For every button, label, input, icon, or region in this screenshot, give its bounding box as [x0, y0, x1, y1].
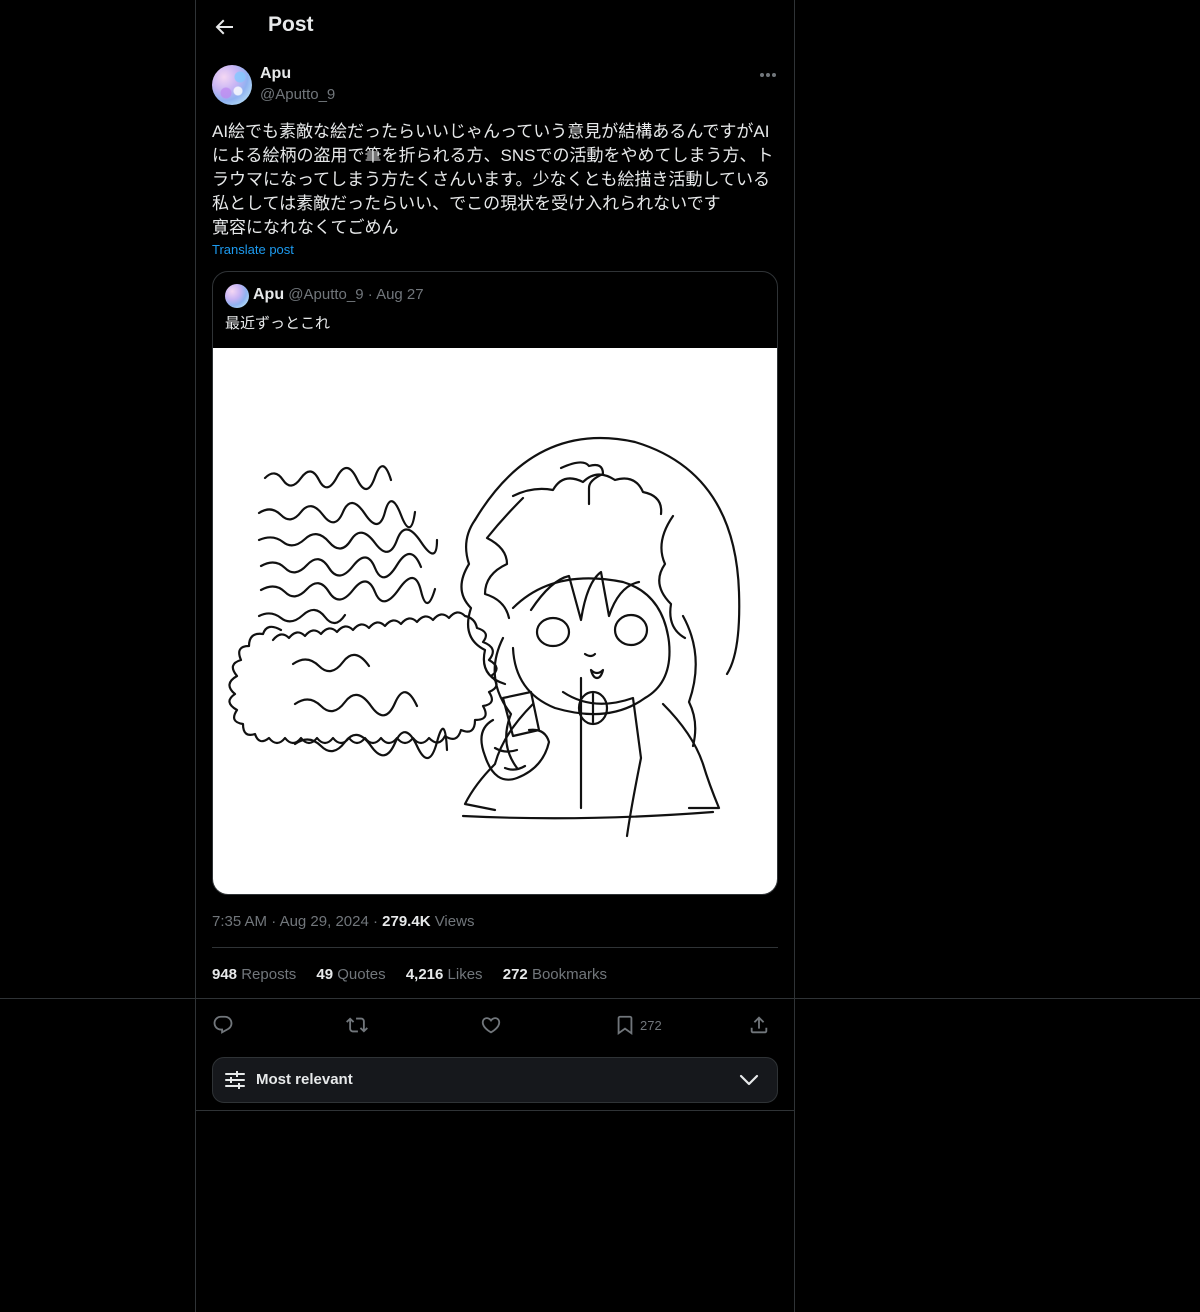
quotes-count: 49 — [316, 966, 334, 983]
views-count: 279.4K — [382, 913, 431, 930]
quoted-author-name: Apu — [253, 286, 285, 303]
quoted-author-handle: @Aputto_9 — [288, 286, 364, 303]
like-button[interactable] — [480, 1013, 502, 1037]
reposts-count: 948 — [212, 966, 238, 983]
divider-stats-top — [212, 947, 778, 948]
author-handle[interactable]: @Aputto_9 — [260, 86, 335, 103]
post-text: AI絵でも素敵な絵だったらいいじゃんっていう意見が結構あるんですがAI による絵… — [212, 122, 774, 237]
reply-button[interactable] — [212, 1013, 234, 1037]
views-label: Views — [434, 913, 475, 930]
quoted-post-header: Apu @Aputto_9 · Aug 27 — [253, 286, 424, 304]
divider-replies-top — [196, 1110, 794, 1111]
meta-dot-separator-2: · — [372, 913, 383, 930]
bookmark-button[interactable]: 272 — [614, 1013, 662, 1037]
sketch-illustration — [228, 436, 741, 838]
reposts-stat[interactable]: 948 Reposts — [212, 966, 296, 983]
author-avatar[interactable] — [212, 65, 252, 105]
post-date[interactable]: Aug 29, 2024 — [280, 913, 369, 930]
chevron-down-icon — [739, 1074, 759, 1086]
back-arrow-icon[interactable] — [212, 15, 236, 39]
share-button[interactable] — [748, 1013, 770, 1037]
post-time[interactable]: 7:35 AM — [212, 913, 267, 930]
sort-label: Most relevant — [256, 1071, 353, 1088]
reply-sort-dropdown[interactable]: Most relevant — [212, 1057, 778, 1103]
author-name[interactable]: Apu — [260, 65, 291, 83]
bookmark-icon — [617, 1015, 633, 1036]
like-icon — [481, 1017, 501, 1034]
main-column: Post Apu @Aputto_9 AI絵でも素敵な絵だったらいいじゃんってい… — [195, 0, 795, 1312]
quotes-stat[interactable]: 49 Quotes — [316, 966, 385, 983]
quoted-author-avatar — [225, 284, 249, 308]
bookmarks-count: 272 — [502, 966, 528, 983]
quoted-post-text: 最近ずっとこれ — [225, 315, 331, 332]
repost-icon — [346, 1017, 368, 1033]
page-header: Post — [196, 0, 794, 54]
quoted-post-date: Aug 27 — [376, 286, 424, 303]
engagement-stats: 948 Reposts 49 Quotes 4,216 Likes 272 Bo… — [212, 966, 623, 983]
meta-dot-separator: · — [271, 913, 280, 930]
post-timestamp-line: 7:35 AM · Aug 29, 2024 · 279.4K Views — [212, 913, 474, 930]
quoted-dot-separator: · — [367, 286, 377, 303]
quoted-post-image[interactable] — [213, 348, 777, 894]
more-options-icon[interactable] — [754, 64, 782, 86]
quoted-post[interactable]: Apu @Aputto_9 · Aug 27 最近ずっとこれ — [212, 271, 778, 895]
likes-label: Likes — [447, 966, 483, 983]
repost-button[interactable] — [346, 1013, 368, 1037]
reply-icon — [213, 1015, 233, 1034]
page-title: Post — [268, 13, 314, 36]
action-bar: 272 — [212, 1013, 778, 1037]
bookmark-count: 272 — [640, 1017, 662, 1033]
reposts-label: Reposts — [241, 966, 297, 983]
sliders-icon — [225, 1071, 245, 1089]
translate-post-link[interactable]: Translate post — [212, 242, 294, 257]
share-icon — [750, 1016, 768, 1034]
likes-count: 4,216 — [405, 966, 444, 983]
bookmarks-label: Bookmarks — [531, 966, 607, 983]
quotes-label: Quotes — [337, 966, 386, 983]
likes-stat[interactable]: 4,216 Likes — [406, 966, 483, 983]
bookmarks-stat[interactable]: 272 Bookmarks — [503, 966, 607, 983]
